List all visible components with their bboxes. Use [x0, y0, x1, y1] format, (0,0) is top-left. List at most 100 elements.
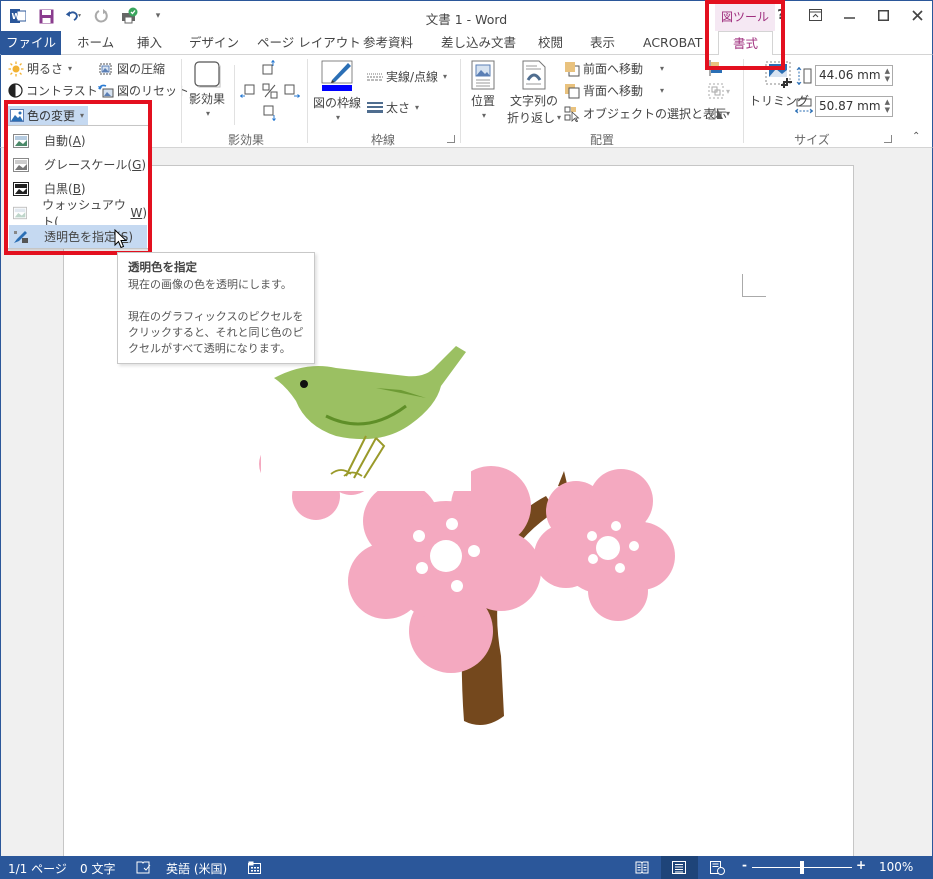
- zoom-level[interactable]: 100%: [879, 860, 913, 874]
- border-dialog-launcher[interactable]: [447, 135, 455, 143]
- macro-recording-icon[interactable]: [248, 861, 261, 874]
- zoom-out-button[interactable]: -: [742, 858, 747, 872]
- shadow-nudge-right[interactable]: [284, 83, 301, 99]
- color-button[interactable]: 色の変更 ▾: [7, 106, 88, 125]
- proofing-icon[interactable]: [136, 861, 151, 874]
- web-layout-icon[interactable]: [710, 861, 725, 875]
- height-spinner[interactable]: ▲ ▼: [885, 67, 890, 83]
- reset-picture-label: 図のリセット: [117, 84, 190, 98]
- shadow-group-label: 影効果: [227, 133, 264, 147]
- tab-mailings[interactable]: 差し込み文書: [435, 31, 522, 55]
- size-dialog-launcher[interactable]: [884, 135, 892, 143]
- rotate-button[interactable]: ▾: [708, 105, 736, 121]
- shadow-toggle[interactable]: [262, 83, 278, 99]
- tab-page-layout[interactable]: ページ レイアウト: [251, 31, 367, 55]
- shadow-effects-icon: [194, 61, 221, 88]
- tab-view[interactable]: 表示: [584, 31, 621, 55]
- tab-design[interactable]: デザイン: [183, 31, 245, 55]
- zoom-in-button[interactable]: +: [856, 858, 866, 872]
- tooltip-title: 透明色を指定: [128, 260, 197, 274]
- tooltip: 透明色を指定 現在の画像の色を透明にします。 現在のグラフィックスのピクセルをク…: [117, 252, 315, 364]
- send-backward-icon: [565, 83, 580, 98]
- border-group-label: 枠線: [370, 133, 395, 147]
- menu-item-grayscale[interactable]: グレースケール(G): [9, 153, 147, 176]
- group-separator: [234, 65, 235, 125]
- shape-height-input[interactable]: 44.06 mm ▲ ▼: [815, 65, 893, 86]
- save-icon[interactable]: [37, 7, 55, 25]
- title-bar: W ▾ ▾ 文書 1 - Word 図ツール ?: [0, 0, 933, 32]
- page-count-status[interactable]: 1/1 ページ: [8, 860, 67, 877]
- undo-icon[interactable]: ▾: [65, 7, 83, 25]
- brightness-button[interactable]: 明るさ ▾: [8, 60, 72, 77]
- print-layout-icon[interactable]: [672, 861, 686, 874]
- shape-width-input[interactable]: 50.87 mm ▲ ▼: [815, 96, 893, 117]
- picture-border-button[interactable]: 図の枠線 ▾: [313, 60, 361, 122]
- collapse-ribbon-icon[interactable]: ⌃: [912, 131, 920, 142]
- chevron-down-icon: ▾: [726, 108, 731, 118]
- bring-forward-button[interactable]: 前面へ移動 ▾: [564, 60, 664, 77]
- maximize-icon[interactable]: [876, 6, 890, 24]
- group-separator: [181, 59, 182, 143]
- arrange-group-label: 配置: [589, 133, 614, 147]
- contrast-button[interactable]: コントラスト▾: [8, 82, 107, 99]
- send-backward-button[interactable]: 背面へ移動 ▾: [564, 82, 664, 99]
- plum-blossom-picture[interactable]: [256, 306, 676, 726]
- dashes-button[interactable]: 実線/点線 ▾: [367, 68, 447, 85]
- tab-acrobat[interactable]: ACROBAT: [637, 31, 708, 55]
- wrap-text-button[interactable]: 文字列の 折り返し ▾: [507, 60, 561, 126]
- redo-icon[interactable]: [93, 7, 111, 25]
- reset-picture-icon: [98, 84, 114, 97]
- mouse-cursor-icon: [114, 229, 128, 249]
- reset-picture-button[interactable]: 図のリセット: [97, 82, 189, 99]
- read-mode-icon[interactable]: [635, 861, 649, 874]
- svg-text:W: W: [12, 12, 21, 21]
- menu-item-automatic[interactable]: 自動(A): [9, 129, 147, 152]
- align-button[interactable]: [709, 60, 727, 76]
- language-status[interactable]: 英語 (米国): [166, 860, 227, 877]
- compress-pictures-label: 図の圧縮: [117, 62, 166, 76]
- position-button[interactable]: 位置 ▾: [471, 60, 495, 120]
- word-count-status[interactable]: 0 文字: [80, 860, 115, 877]
- selection-pane-label: オブジェクトの選択と表示: [583, 107, 728, 121]
- selection-pane-button[interactable]: オブジェクトの選択と表示: [564, 105, 727, 122]
- ribbon-display-icon[interactable]: [808, 6, 822, 24]
- tab-home[interactable]: ホーム: [71, 31, 120, 55]
- align-icon: [709, 60, 722, 76]
- tab-format[interactable]: 書式: [718, 31, 773, 56]
- status-bar: 1/1 ページ 0 文字 英語 (米国) - + 100%: [0, 856, 933, 879]
- group-separator: [460, 59, 461, 143]
- width-spinner[interactable]: ▲ ▼: [885, 98, 890, 114]
- dashes-label: 実線/点線: [386, 70, 439, 84]
- minimize-icon[interactable]: [842, 6, 856, 24]
- shadow-nudge-down[interactable]: [262, 105, 278, 122]
- tab-references[interactable]: 参考資料: [357, 31, 419, 55]
- tab-insert[interactable]: 挿入: [131, 31, 168, 55]
- contrast-label: コントラスト: [26, 84, 98, 98]
- shadow-nudge-up[interactable]: [261, 59, 277, 76]
- help-button[interactable]: ?: [774, 6, 788, 24]
- position-label: 位置: [471, 94, 496, 108]
- weight-button[interactable]: 太さ ▾: [367, 99, 419, 116]
- group-objects-button[interactable]: ▾: [708, 83, 736, 99]
- nudge-shadow-left-icon: [239, 84, 255, 98]
- chevron-down-icon: ▾: [482, 111, 487, 120]
- chevron-down-icon: ▾: [443, 72, 448, 81]
- menu-item-washout[interactable]: ウォッシュアウト(W): [9, 198, 147, 229]
- tab-file[interactable]: ファイル: [1, 31, 61, 55]
- customize-qat-icon[interactable]: ▾: [149, 7, 167, 25]
- set-transparent-color-icon: [14, 230, 28, 243]
- compress-pictures-button[interactable]: 図の圧縮: [97, 60, 165, 77]
- picture-tools-context-label: 図ツール: [715, 2, 775, 32]
- zoom-slider-thumb[interactable]: [800, 861, 804, 874]
- tab-review[interactable]: 校閲: [532, 31, 569, 55]
- nudge-shadow-up-icon: [262, 59, 275, 75]
- check-compat-icon[interactable]: [121, 7, 139, 25]
- shape-width-value: 50.87 mm: [819, 99, 881, 113]
- grayscale-icon: [13, 157, 29, 172]
- shadow-nudge-left[interactable]: [239, 83, 256, 99]
- word-logo-icon[interactable]: W: [9, 7, 27, 25]
- picture-border-label: 図の枠線: [313, 96, 362, 110]
- close-icon[interactable]: [910, 6, 924, 24]
- shadow-effects-button[interactable]: 影効果 ▾: [187, 60, 227, 118]
- weight-icon: [367, 101, 383, 113]
